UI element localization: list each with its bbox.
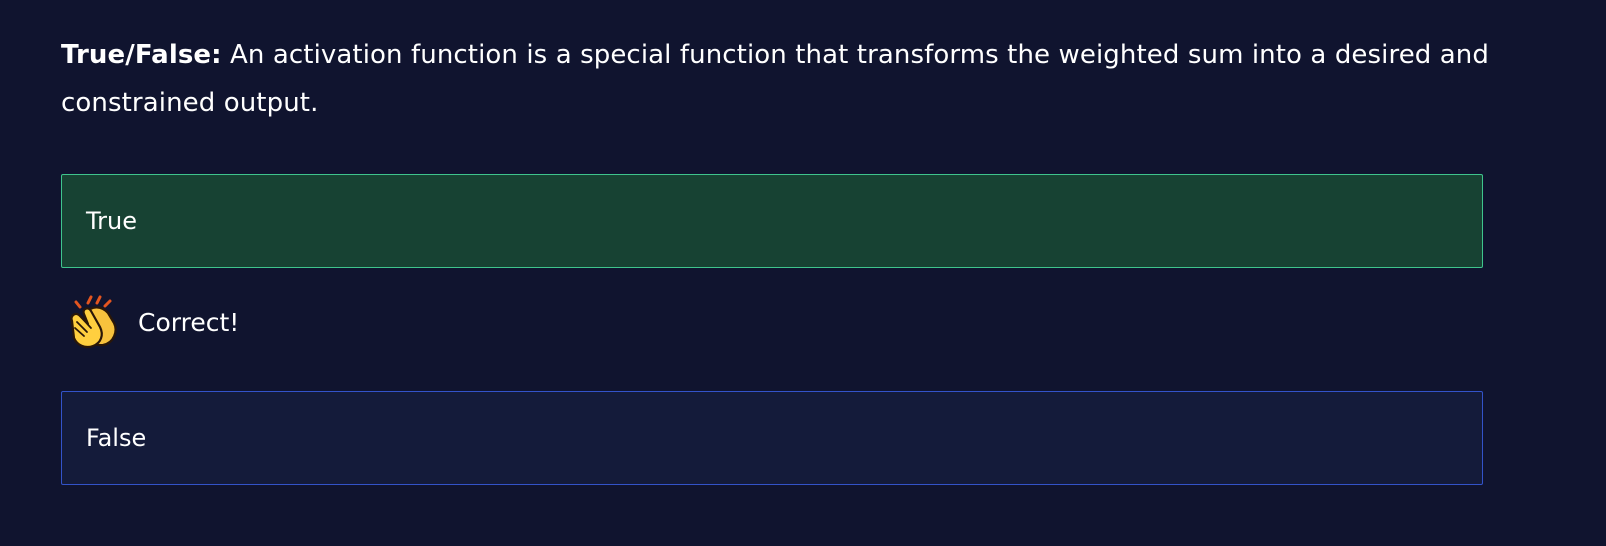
question-body: An activation function is a special func… (61, 40, 1489, 118)
option-false-button[interactable]: False (61, 391, 1483, 485)
quiz-card: True/False: An activation function is a … (0, 0, 1606, 546)
clapping-hands-icon (70, 295, 117, 349)
correct-feedback: Correct! (64, 294, 239, 350)
question-text: True/False: An activation function is a … (61, 31, 1501, 127)
option-true-label: True (86, 207, 137, 235)
option-true-button[interactable]: True (61, 174, 1483, 268)
question-prefix: True/False: (61, 40, 222, 70)
feedback-text: Correct! (138, 307, 240, 337)
option-false-label: False (86, 424, 147, 452)
